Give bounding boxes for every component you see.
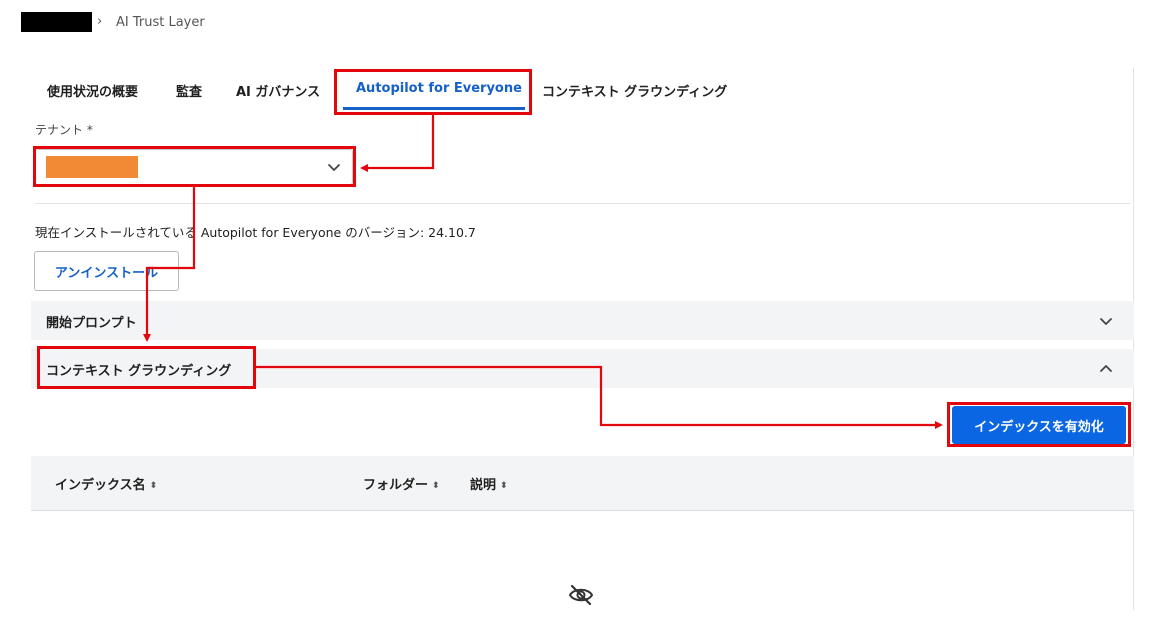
chevron-up-icon xyxy=(1100,365,1112,372)
chevron-down-icon xyxy=(1100,318,1112,325)
index-table-header: インデックス名 ⬍ フォルダー ⬍ 説明 ⬍ xyxy=(31,456,1134,511)
annotation-highlight-tenant xyxy=(33,146,356,187)
tab-context-grounding[interactable]: コンテキスト グラウンディング xyxy=(542,81,727,100)
annotation-highlight-tab xyxy=(334,69,532,115)
tab-audit[interactable]: 監査 xyxy=(176,81,202,100)
uninstall-button[interactable]: アンインストール xyxy=(34,251,179,291)
column-label: インデックス名 xyxy=(55,478,146,493)
tab-ai-governance[interactable]: AI ガバナンス xyxy=(236,81,320,100)
sort-icon: ⬍ xyxy=(432,481,440,491)
column-label: フォルダー xyxy=(363,478,429,493)
redacted-org-name xyxy=(21,12,92,32)
tenant-label: テナント * xyxy=(35,123,93,137)
tab-usage-overview[interactable]: 使用状況の概要 xyxy=(47,81,138,100)
column-label: 説明 xyxy=(470,478,497,493)
annotation-highlight-accordion xyxy=(37,346,256,389)
eye-off-icon xyxy=(568,584,594,606)
sort-icon: ⬍ xyxy=(149,481,158,491)
breadcrumb-current[interactable]: AI Trust Layer xyxy=(116,15,205,30)
breadcrumb-separator-icon: › xyxy=(97,14,103,29)
installed-version-text: 現在インストールされている Autopilot for Everyone のバー… xyxy=(35,225,476,240)
accordion-title: 開始プロンプト xyxy=(46,316,137,331)
accordion-start-prompts[interactable]: 開始プロンプト xyxy=(31,301,1134,340)
annotation-highlight-enable-button xyxy=(947,402,1131,447)
column-folder[interactable]: フォルダー ⬍ xyxy=(363,474,440,493)
column-description[interactable]: 説明 ⬍ xyxy=(470,474,508,493)
column-index-name[interactable]: インデックス名 ⬍ xyxy=(55,474,157,493)
section-divider xyxy=(35,203,1130,204)
sort-icon: ⬍ xyxy=(500,481,508,491)
